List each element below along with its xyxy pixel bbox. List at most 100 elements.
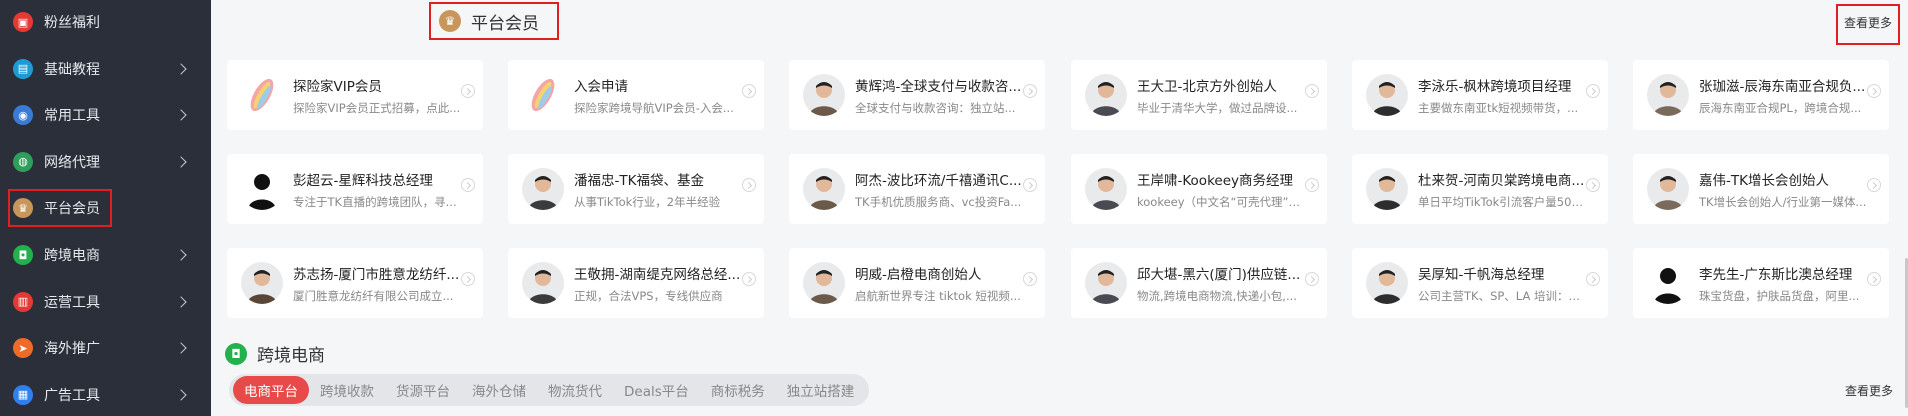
avatar bbox=[803, 262, 845, 304]
member-card[interactable]: 嘉伟-TK增长会创始人 TK增长会创始人/行业第一媒体... bbox=[1633, 154, 1889, 224]
member-card[interactable]: 潘福忠-TK福袋、基金 从事TikTok行业，2年半经验 bbox=[508, 154, 764, 224]
ad-icon: ▦ bbox=[13, 384, 33, 405]
member-card[interactable]: 阿杰-波比环流/千禧通讯C... TK手机优质服务商、vc投资Fa... bbox=[789, 154, 1045, 224]
sidebar-item[interactable]: ▣ 粉丝福利 bbox=[0, 3, 211, 41]
card-title: 苏志扬-厦门市胜意龙纺纤... bbox=[293, 266, 460, 283]
card-title: 探险家VIP会员 bbox=[293, 78, 382, 95]
book-icon: ▤ bbox=[13, 58, 33, 79]
member-card[interactable]: 李先生-广东斯比澳总经理 珠宝货盘，护肤品货盘，阿里... bbox=[1633, 248, 1889, 318]
card-text: 杜来贺-河南贝棠跨境电商... 单日平均TikTok引流客户量500... bbox=[1418, 169, 1608, 210]
card-title: 潘福忠-TK福袋、基金 bbox=[574, 172, 704, 189]
card-description: 专注于TK直播的跨境团队，寻... bbox=[293, 194, 457, 209]
member-card[interactable]: 苏志扬-厦门市胜意龙纺纤... 厦门胜意龙纺纤有限公司成立... bbox=[227, 248, 483, 318]
arrow-right-circle-icon bbox=[1305, 178, 1319, 192]
card-title: 黄辉鸿-全球支付与收款咨... bbox=[855, 78, 1022, 95]
avatar bbox=[1085, 168, 1127, 210]
card-text: 王大卫-北京方外创始人 毕业于清华大学，做过品牌设... bbox=[1137, 75, 1327, 116]
arrow-right-circle-icon bbox=[1586, 272, 1600, 286]
card-title: 阿杰-波比环流/千禧通讯C... bbox=[855, 172, 1022, 189]
avatar bbox=[803, 74, 845, 116]
member-card[interactable]: 张珈滋-辰海东南亚合规负... 辰海东南亚合规PL，跨境合规... bbox=[1633, 60, 1889, 130]
tab[interactable]: 海外仓储 bbox=[461, 376, 537, 404]
arrow-right-circle-icon bbox=[461, 84, 475, 98]
arrow-right-circle-icon bbox=[1305, 84, 1319, 98]
arrow-right-circle-icon bbox=[742, 178, 756, 192]
card-title: 李先生-广东斯比澳总经理 bbox=[1699, 266, 1853, 283]
sidebar-item-label: 跨境电商 bbox=[44, 248, 100, 264]
card-title: 明威-启橙电商创始人 bbox=[855, 266, 982, 283]
card-description: 珠宝货盘，护肤品货盘，阿里... bbox=[1699, 288, 1860, 303]
card-text: 潘福忠-TK福袋、基金 从事TikTok行业，2年半经验 bbox=[574, 169, 764, 210]
card-description: 探险家VIP会员正式招募，点此... bbox=[293, 100, 461, 115]
arrow-right-circle-icon bbox=[461, 272, 475, 286]
tab[interactable]: 商标税务 bbox=[700, 376, 776, 404]
member-card[interactable]: 探险家VIP会员探险家VIP会员正式招募，点此... bbox=[227, 60, 483, 130]
avatar bbox=[1647, 168, 1689, 210]
member-card[interactable]: 李泳乐-枫林跨境项目经理 主要做东南亚tk短视频带货，... bbox=[1352, 60, 1608, 130]
sidebar-item[interactable]: ◍ 网络代理 bbox=[0, 143, 211, 181]
sidebar-item[interactable]: ▥ 运营工具 bbox=[0, 283, 211, 321]
sidebar-item-label: 常用工具 bbox=[44, 108, 100, 125]
avatar bbox=[1366, 168, 1408, 210]
tab[interactable]: 电商平台 bbox=[233, 376, 309, 404]
surfboard-logo-icon bbox=[241, 74, 283, 116]
card-text: 嘉伟-TK增长会创始人 TK增长会创始人/行业第一媒体... bbox=[1699, 169, 1889, 210]
sidebar-item[interactable]: ▦ 广告工具 bbox=[0, 376, 211, 414]
card-description: 单日平均TikTok引流客户量500... bbox=[1418, 194, 1586, 209]
card-title: 王敬拥-湖南缇克网络总经... bbox=[574, 266, 741, 283]
card-text: 王岸啸-Kookeey商务经理 kookeey（中文名“可壳代理”）... bbox=[1137, 169, 1327, 210]
sidebar-item[interactable]: ◘ 跨境电商 bbox=[0, 236, 211, 274]
card-description: 全球支付与收款咨询：独立站... bbox=[855, 100, 1016, 115]
card-description: 正规，合法VPS，专线供应商 bbox=[574, 288, 723, 303]
sidebar-item-label: 平台会员 bbox=[44, 201, 100, 218]
sidebar-item[interactable]: ▤ 基础教程 bbox=[0, 50, 211, 88]
member-card[interactable]: 吴厚知-千帆海总经理 公司主营TK、SP、LA 培训：自... bbox=[1352, 248, 1608, 318]
member-card[interactable]: 彭超云-星辉科技总经理专注于TK直播的跨境团队，寻... bbox=[227, 154, 483, 224]
card-text: 李先生-广东斯比澳总经理 珠宝货盘，护肤品货盘，阿里... bbox=[1699, 263, 1889, 304]
sidebar-item[interactable]: ♛ 平台会员 bbox=[8, 189, 112, 228]
member-card[interactable]: 黄辉鸿-全球支付与收款咨... 全球支付与收款咨询：独立站... bbox=[789, 60, 1045, 130]
sidebar-item[interactable]: ➤ 海外推广 bbox=[0, 329, 211, 367]
view-more-crossborder[interactable]: 查看更多 bbox=[1845, 382, 1893, 399]
card-description: TK增长会创始人/行业第一媒体... bbox=[1699, 194, 1867, 209]
card-text: 明威-启橙电商创始人 启航新世界专注 tiktok 短视频... bbox=[855, 263, 1045, 304]
tab[interactable]: 独立站搭建 bbox=[776, 376, 866, 404]
gift-icon: ▣ bbox=[13, 12, 33, 32]
card-text: 吴厚知-千帆海总经理 公司主营TK、SP、LA 培训：自... bbox=[1418, 263, 1608, 304]
chevron-right-icon bbox=[175, 249, 187, 261]
card-text: 李泳乐-枫林跨境项目经理 主要做东南亚tk短视频带货，... bbox=[1418, 75, 1608, 116]
main-content: ♛ 平台会员 查看更多 探险家VIP会员 探险家VIP会员正式招募，点此... 入会… bbox=[211, 0, 1908, 416]
crown-icon: ♛ bbox=[439, 10, 461, 32]
tab[interactable]: 跨境收款 bbox=[309, 376, 385, 404]
sidebar-item[interactable]: ◉ 常用工具 bbox=[0, 96, 211, 134]
card-title: 彭超云-星辉科技总经理 bbox=[293, 172, 433, 189]
card-text: 入会申请 探险家跨境导航VIP会员-入会... bbox=[574, 75, 764, 116]
card-title: 嘉伟-TK增长会创始人 bbox=[1699, 172, 1829, 189]
card-text: 苏志扬-厦门市胜意龙纺纤... 厦门胜意龙纺纤有限公司成立... bbox=[293, 263, 483, 304]
avatar bbox=[1366, 262, 1408, 304]
card-title: 王大卫-北京方外创始人 bbox=[1137, 78, 1277, 95]
tab[interactable]: Deals平台 bbox=[613, 376, 700, 404]
surfboard-logo-icon bbox=[522, 74, 564, 116]
member-card[interactable]: 王敬拥-湖南缇克网络总经... 正规，合法VPS，专线供应商 bbox=[508, 248, 764, 318]
card-title: 王岸啸-Kookeey商务经理 bbox=[1137, 172, 1294, 189]
member-card[interactable]: 邱大堪-黑六(厦门)供应链... 物流,跨境电商物流,快递小包,... bbox=[1071, 248, 1327, 318]
card-title: 张珈滋-辰海东南亚合规负... bbox=[1699, 78, 1866, 95]
sidebar-item-label: 运营工具 bbox=[44, 294, 100, 311]
member-card[interactable]: 王岸啸-Kookeey商务经理 kookeey（中文名“可壳代理”）... bbox=[1071, 154, 1327, 224]
card-text: 黄辉鸿-全球支付与收款咨... 全球支付与收款咨询：独立站... bbox=[855, 75, 1045, 116]
tab[interactable]: 物流货代 bbox=[537, 376, 613, 404]
tab[interactable]: 货源平台 bbox=[385, 376, 461, 404]
avatar bbox=[522, 168, 564, 210]
sidebar-item-label: 网络代理 bbox=[44, 154, 100, 171]
sidebar-item-label: 广告工具 bbox=[44, 387, 100, 404]
arrow-right-circle-icon bbox=[1867, 272, 1881, 286]
member-card[interactable]: 明威-启橙电商创始人 启航新世界专注 tiktok 短视频... bbox=[789, 248, 1045, 318]
member-card[interactable]: 王大卫-北京方外创始人 毕业于清华大学，做过品牌设... bbox=[1071, 60, 1327, 130]
arrow-right-circle-icon bbox=[1305, 272, 1319, 286]
member-card[interactable]: 杜来贺-河南贝棠跨境电商... 单日平均TikTok引流客户量500... bbox=[1352, 154, 1608, 224]
chevron-right-icon bbox=[175, 156, 187, 168]
card-description: 物流,跨境电商物流,快递小包,... bbox=[1137, 288, 1297, 303]
view-more-membership[interactable]: 查看更多 bbox=[1835, 4, 1901, 45]
member-card[interactable]: 入会申请 探险家跨境导航VIP会员-入会... bbox=[508, 60, 764, 130]
